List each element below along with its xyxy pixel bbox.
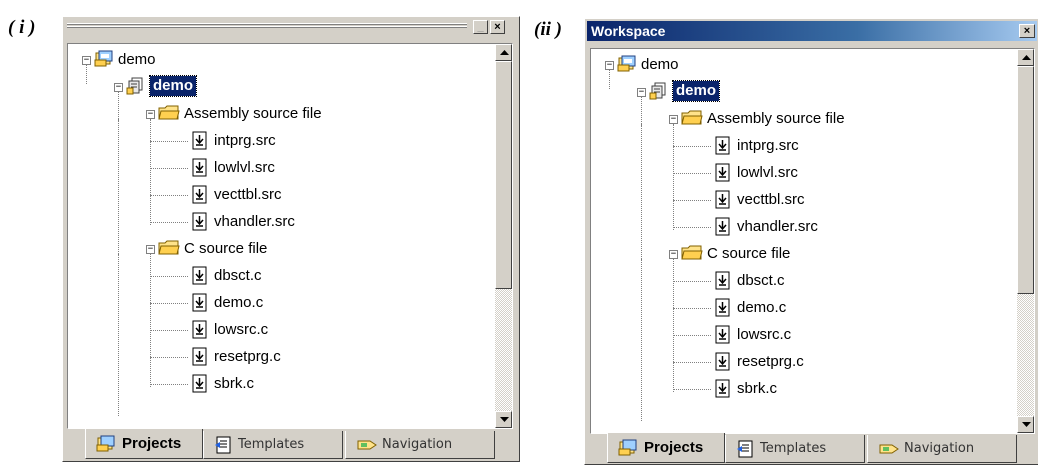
- tree-item[interactable]: Assembly source file: [68, 102, 468, 128]
- tree-item-label: lowlvl.src: [737, 164, 798, 181]
- tree-item[interactable]: Assembly source file: [591, 107, 991, 133]
- tree-item[interactable]: sbrk.c: [68, 372, 468, 398]
- tree-item[interactable]: intprg.src: [68, 129, 468, 155]
- tree-item-label: intprg.src: [737, 137, 799, 154]
- tree-item-label: dbsct.c: [214, 267, 262, 284]
- tab-navigation[interactable]: Navigation: [345, 431, 495, 459]
- tree-item-label: C source file: [184, 240, 268, 257]
- panel-label-i: ( i ): [8, 17, 36, 38]
- tree-item[interactable]: vhandler.src: [68, 210, 468, 236]
- tree-item[interactable]: vecttbl.src: [68, 183, 468, 209]
- tab-navigation[interactable]: Navigation: [867, 435, 1017, 463]
- panel-label-ii: (ii ): [534, 19, 562, 40]
- tab-strip: Projects Templates Navigation: [63, 429, 519, 463]
- close-button[interactable]: ×: [1019, 24, 1035, 38]
- projects-tab-icon: [96, 435, 118, 453]
- close-button[interactable]: ×: [490, 20, 505, 34]
- tree-item-label: vecttbl.src: [737, 191, 805, 208]
- projects-tab-icon: [618, 439, 640, 457]
- tab-projects[interactable]: Projects: [607, 433, 725, 463]
- tab-label: Navigation: [382, 437, 453, 452]
- tree-item-label: lowsrc.c: [737, 326, 792, 343]
- tree-item-label: resetprg.c: [737, 353, 804, 370]
- tab-label: Projects: [122, 435, 182, 452]
- tree-item[interactable]: sbrk.c: [591, 377, 991, 403]
- tree-item[interactable]: lowsrc.c: [68, 318, 468, 344]
- tree-content: − demo − demo − Assembly source file intprg.sr…: [591, 49, 991, 433]
- tree-item[interactable]: lowlvl.src: [591, 161, 991, 187]
- tree-item[interactable]: dbsct.c: [591, 269, 991, 295]
- tree-item-label: lowsrc.c: [214, 321, 269, 338]
- tree-item-label: intprg.src: [214, 132, 276, 149]
- tree-item[interactable]: demo: [591, 80, 991, 106]
- scroll-down-button[interactable]: [1017, 416, 1034, 433]
- scroll-up-button[interactable]: [495, 44, 512, 61]
- navigation-tab-icon: [356, 436, 378, 454]
- tree-item[interactable]: demo.c: [591, 296, 991, 322]
- tree-item-label: demo: [148, 75, 198, 97]
- tab-label: Templates: [238, 437, 305, 452]
- scroll-thumb[interactable]: [1017, 66, 1034, 294]
- project-tree[interactable]: − demo − demo − Assembly source file intprg.sr…: [590, 48, 1035, 434]
- tab-label: Navigation: [904, 441, 975, 456]
- vertical-scrollbar[interactable]: [1017, 49, 1034, 433]
- tree-item-label: sbrk.c: [214, 375, 255, 392]
- tree-item[interactable]: vhandler.src: [591, 215, 991, 241]
- tree-item-label: sbrk.c: [737, 380, 778, 397]
- tree-item-label: demo: [671, 80, 721, 102]
- tree-item-label: dbsct.c: [737, 272, 785, 289]
- tree-item[interactable]: lowlvl.src: [68, 156, 468, 182]
- tree-item[interactable]: C source file: [591, 242, 991, 268]
- navigation-tab-icon: [878, 440, 900, 458]
- tree-item-label: lowlvl.src: [214, 159, 275, 176]
- title-bar[interactable]: Workspace ×: [587, 21, 1037, 41]
- scroll-down-button[interactable]: [495, 411, 512, 428]
- tree-item[interactable]: demo: [68, 75, 468, 101]
- project-tree[interactable]: − demo − demo − Assembly source file intprg.sr…: [67, 43, 513, 429]
- tree-item-label: vhandler.src: [737, 218, 818, 235]
- tree-item-label: demo: [641, 56, 679, 73]
- window-title: Workspace: [591, 23, 666, 39]
- tree-item[interactable]: resetprg.c: [591, 350, 991, 376]
- tree-content: − demo − demo − Assembly source file intprg.sr…: [68, 44, 468, 428]
- tree-item-label: C source file: [707, 245, 791, 262]
- tab-templates[interactable]: Templates: [203, 431, 343, 459]
- templates-tab-icon: [736, 440, 756, 458]
- tree-item-label: Assembly source file: [184, 105, 322, 122]
- tab-strip: Projects Templates Navigation: [585, 433, 1038, 467]
- tree-item-label: demo.c: [214, 294, 264, 311]
- tree-item[interactable]: demo: [591, 53, 991, 79]
- minimize-button[interactable]: _: [473, 20, 488, 34]
- tree-item-label: vhandler.src: [214, 213, 295, 230]
- scroll-up-button[interactable]: [1017, 49, 1034, 66]
- tree-item[interactable]: lowsrc.c: [591, 323, 991, 349]
- tree-item[interactable]: C source file: [68, 237, 468, 263]
- tree-item[interactable]: vecttbl.src: [591, 188, 991, 214]
- tree-item-label: demo.c: [737, 299, 787, 316]
- tree-item[interactable]: intprg.src: [591, 134, 991, 160]
- tab-label: Templates: [760, 441, 827, 456]
- tree-item[interactable]: demo: [68, 48, 468, 74]
- tab-label: Projects: [644, 439, 704, 456]
- tree-item-label: resetprg.c: [214, 348, 281, 365]
- dock-grip[interactable]: [67, 22, 467, 32]
- tree-item-label: demo: [118, 51, 156, 68]
- scroll-thumb[interactable]: [495, 61, 512, 289]
- tree-item[interactable]: demo.c: [68, 291, 468, 317]
- workspace-window-docked: _ × − demo − demo − Assembly source file intpr…: [62, 16, 520, 462]
- tab-templates[interactable]: Templates: [725, 435, 865, 463]
- workspace-window-floating: Workspace × − demo − demo − Assembly source f…: [584, 18, 1038, 465]
- templates-tab-icon: [214, 436, 234, 454]
- tree-item-label: vecttbl.src: [214, 186, 282, 203]
- tree-item-label: Assembly source file: [707, 110, 845, 127]
- tree-item[interactable]: resetprg.c: [68, 345, 468, 371]
- tree-item[interactable]: dbsct.c: [68, 264, 468, 290]
- vertical-scrollbar[interactable]: [495, 44, 512, 428]
- tab-projects[interactable]: Projects: [85, 429, 203, 459]
